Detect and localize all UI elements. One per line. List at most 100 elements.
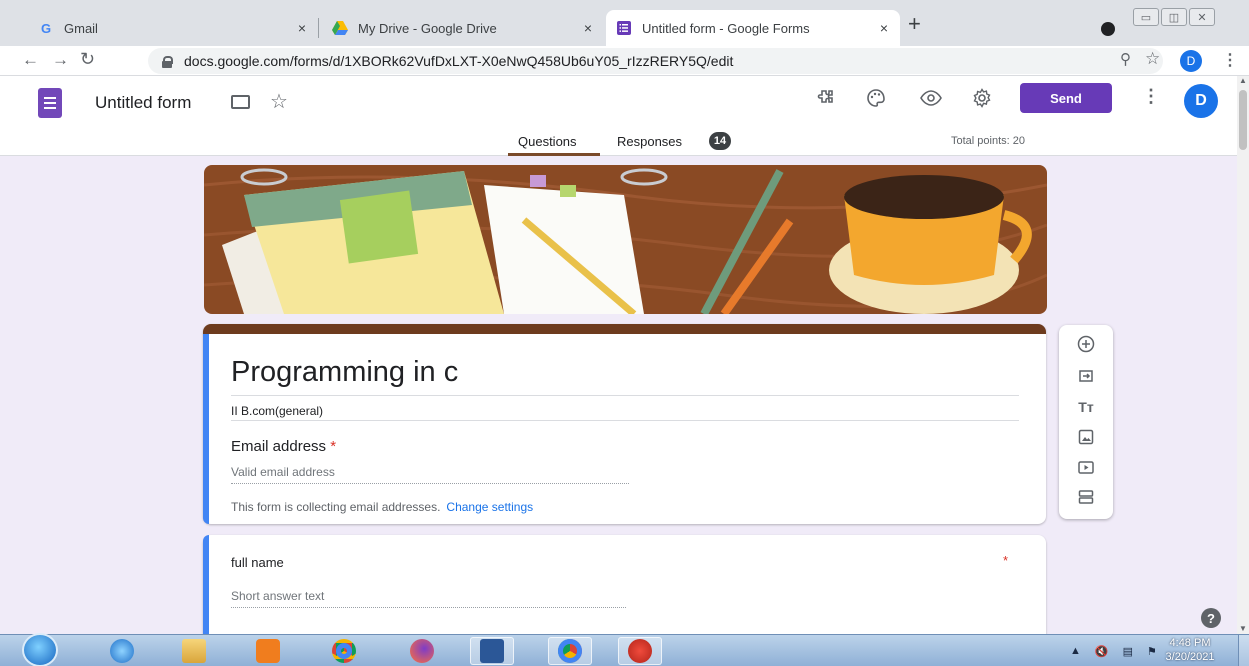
tab-label: My Drive - Google Drive [358, 20, 497, 36]
question-card-indicator [203, 535, 209, 645]
star-icon[interactable]: ☆ [270, 89, 288, 114]
active-tab-indicator [508, 153, 600, 156]
network-icon[interactable]: ▤ [1123, 645, 1133, 658]
divider [231, 420, 1019, 421]
add-question-icon[interactable] [1073, 333, 1099, 355]
responses-count-badge: 14 [709, 132, 731, 150]
add-ons-icon[interactable] [815, 88, 835, 114]
lock-icon [162, 55, 173, 68]
firefox-icon[interactable] [400, 637, 444, 665]
windows-start-icon[interactable] [22, 633, 58, 666]
form-title-card[interactable]: Programming in c II B.com(general) Email… [203, 324, 1046, 524]
tab-google-drive[interactable]: My Drive - Google Drive × [322, 10, 604, 46]
google-forms-icon [616, 20, 632, 36]
add-section-icon[interactable] [1073, 486, 1099, 508]
chrome-active-icon[interactable] [548, 637, 592, 665]
maximize-button[interactable]: ◫ [1161, 8, 1187, 26]
action-center-icon[interactable]: ⚑ [1147, 645, 1157, 658]
form-description[interactable]: II B.com(general) [231, 404, 323, 418]
close-icon[interactable]: × [298, 20, 306, 36]
back-arrow-icon[interactable]: ← [22, 50, 39, 70]
address-bar[interactable]: docs.google.com/forms/d/1XBORk62VufDxLXT… [148, 48, 1163, 74]
question-toolbar: Tт [1059, 325, 1113, 519]
divider [231, 395, 1019, 396]
close-icon[interactable]: × [584, 20, 592, 36]
forms-header: Untitled form ☆ Send ⋮ D Questions Respo… [0, 76, 1249, 156]
ccleaner-icon[interactable] [618, 637, 662, 665]
answer-underline [231, 607, 626, 608]
total-points: Total points: 20 [951, 135, 1025, 147]
scroll-down-arrow-icon[interactable]: ▼ [1239, 624, 1247, 633]
forward-arrow-icon[interactable]: → [52, 50, 69, 70]
palette-icon[interactable] [866, 88, 886, 114]
new-tab-button[interactable]: + [908, 13, 921, 35]
volume-icon[interactable]: 🔇 [1095, 645, 1109, 658]
file-explorer-icon[interactable] [172, 637, 216, 665]
email-label-text: Email address [231, 438, 327, 455]
url-text: docs.google.com/forms/d/1XBORk62VufDxLXT… [184, 53, 734, 69]
media-player-icon[interactable] [246, 637, 290, 665]
profile-avatar[interactable]: D [1180, 50, 1202, 72]
more-options-icon[interactable]: ⋮ [1142, 86, 1160, 107]
add-title-icon[interactable]: Tт [1073, 396, 1099, 418]
window-controls: ▭ ◫ ✕ [1133, 8, 1217, 26]
chrome-icon[interactable] [322, 637, 366, 665]
google-forms-logo-icon[interactable] [38, 88, 62, 118]
email-field-underline [231, 483, 629, 484]
internet-explorer-icon[interactable] [100, 637, 144, 665]
tab-google-forms[interactable]: Untitled form - Google Forms × [606, 10, 900, 46]
clock-time: 4:48 PM [1169, 637, 1211, 649]
form-title[interactable]: Programming in c [231, 356, 458, 389]
scrollbar-thumb[interactable] [1239, 90, 1247, 150]
taskbar-clock[interactable]: 4:48 PM 3/20/2021 [1160, 636, 1220, 664]
tab-questions[interactable]: Questions [518, 134, 577, 149]
reload-icon[interactable]: ↻ [80, 49, 95, 70]
tray-expand-icon[interactable]: ▲ [1070, 645, 1081, 658]
question-card[interactable]: full name * Short answer text [203, 535, 1046, 645]
add-video-icon[interactable] [1073, 456, 1099, 478]
folder-icon[interactable] [231, 95, 250, 109]
help-icon[interactable]: ? [1201, 608, 1221, 628]
incognito-profile-icon[interactable] [1101, 22, 1115, 36]
short-answer-placeholder: Short answer text [231, 589, 325, 603]
tab-divider [318, 18, 319, 38]
tab-gmail[interactable]: G Gmail × [28, 10, 318, 46]
browser-menu-icon[interactable]: ⋮ [1222, 50, 1238, 70]
import-questions-icon[interactable] [1073, 365, 1099, 387]
windows-taskbar: ▲ 🔇 ▤ ⚑ 4:48 PM 3/20/2021 [0, 633, 1249, 666]
google-g-icon: G [40, 20, 52, 36]
close-icon[interactable]: × [880, 20, 888, 36]
tab-responses[interactable]: Responses [617, 134, 682, 149]
preview-eye-icon[interactable] [920, 88, 942, 114]
page-scrollbar[interactable] [1237, 76, 1249, 634]
bookmark-star-icon[interactable]: ☆ [1145, 49, 1160, 69]
minimize-button[interactable]: ▭ [1133, 8, 1159, 26]
settings-gear-icon[interactable] [972, 88, 992, 114]
required-asterisk: * [1003, 553, 1009, 568]
collecting-emails-note: This form is collecting email addresses.… [231, 500, 533, 514]
browser-toolbar: ← → ↻ docs.google.com/forms/d/1XBORk62Vu… [0, 46, 1249, 76]
collecting-note-text: This form is collecting email addresses. [231, 500, 441, 514]
zoom-icon[interactable]: ⚲ [1120, 50, 1131, 68]
tab-label: Gmail [64, 20, 98, 36]
header-banner-image [204, 165, 1047, 314]
tab-label: Untitled form - Google Forms [642, 20, 810, 36]
send-button[interactable]: Send [1020, 83, 1112, 113]
account-avatar[interactable]: D [1184, 84, 1218, 118]
active-card-indicator [203, 334, 209, 524]
google-drive-icon [332, 20, 348, 36]
email-field-placeholder: Valid email address [231, 465, 335, 479]
close-window-button[interactable]: ✕ [1189, 8, 1215, 26]
word-icon[interactable] [470, 637, 514, 665]
browser-tab-strip: G Gmail × My Drive - Google Drive × Unti… [0, 0, 1249, 46]
system-tray: ▲ 🔇 ▤ ⚑ [1070, 645, 1157, 658]
clock-date: 3/20/2021 [1165, 651, 1215, 663]
question-title[interactable]: full name [231, 555, 284, 570]
scroll-up-arrow-icon[interactable]: ▲ [1239, 76, 1247, 85]
change-settings-link[interactable]: Change settings [446, 500, 533, 514]
email-question-label: Email address * [231, 438, 336, 455]
document-title[interactable]: Untitled form [95, 93, 191, 113]
add-image-icon[interactable] [1073, 426, 1099, 448]
show-desktop-button[interactable] [1238, 635, 1249, 666]
required-asterisk: * [330, 438, 337, 455]
